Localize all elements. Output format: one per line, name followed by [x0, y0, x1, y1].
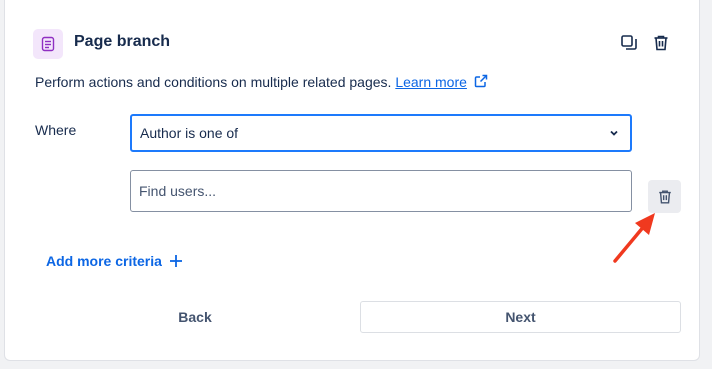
next-button[interactable]: Next: [360, 301, 681, 333]
page-title: Page branch: [74, 33, 171, 50]
annotation-arrow-icon: [613, 213, 655, 263]
external-link-icon[interactable]: [474, 74, 488, 88]
add-more-criteria-label: Add more criteria: [46, 253, 162, 269]
chevron-down-icon: [610, 130, 618, 136]
page-branch-card: Page branch Perform actions and conditio…: [4, 0, 700, 361]
duplicate-icon: [621, 35, 637, 50]
find-users-input[interactable]: [130, 170, 632, 212]
duplicate-button[interactable]: [619, 33, 639, 53]
condition-select[interactable]: Author is one of: [130, 114, 632, 152]
add-more-criteria-button[interactable]: Add more criteria: [46, 253, 184, 269]
description-text: Perform actions and conditions on multip…: [35, 74, 392, 90]
page-icon: [33, 29, 63, 59]
plus-icon: [169, 255, 182, 267]
condition-select-value: Author is one of: [140, 125, 239, 141]
where-label: Where: [35, 122, 77, 138]
delete-icon: [654, 35, 668, 51]
description: Perform actions and conditions on multip…: [35, 74, 488, 90]
delete-button[interactable]: [651, 33, 671, 53]
back-button[interactable]: Back: [35, 301, 355, 333]
trash-icon: [658, 190, 671, 203]
learn-more-link[interactable]: Learn more: [395, 74, 467, 90]
